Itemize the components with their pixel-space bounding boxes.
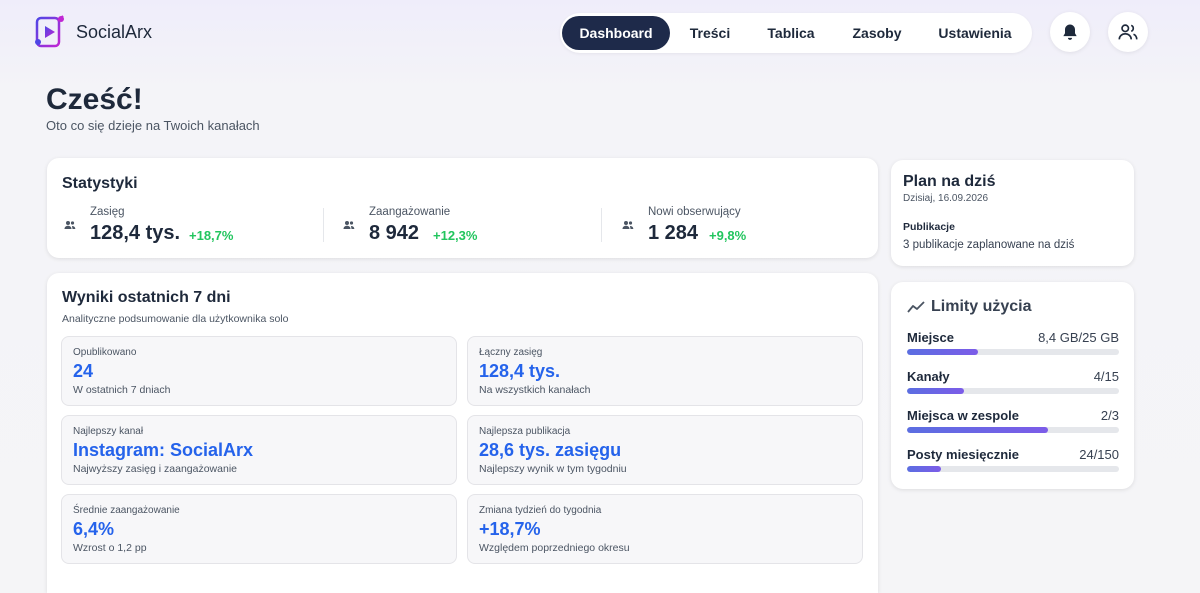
limit-progress-bar [907, 466, 1119, 472]
notifications-button[interactable] [1050, 12, 1090, 52]
divider [601, 208, 602, 242]
logo-icon [35, 15, 64, 48]
limits-card: Limity użycia Miejsce 8,4 GB/25 GB Kanał… [891, 282, 1134, 489]
stat-change: +9,8% [709, 228, 747, 243]
tile-value: 6,4% [73, 519, 115, 539]
stat-new-followers: Nowi obserwujący 1 284 +9,8% [622, 204, 862, 244]
tile-label: Opublikowano [73, 347, 137, 358]
limit-team-seats: Miejsca w zespole 2/3 [907, 408, 1119, 433]
limits-title: Limity użycia [931, 298, 1032, 315]
stat-label: Zaangażowanie [369, 206, 451, 218]
limit-progress-fill [907, 466, 941, 472]
users-icon [1118, 24, 1138, 40]
limit-progress-bar [907, 388, 1119, 394]
bell-icon [1063, 24, 1077, 40]
divider [323, 208, 324, 242]
plan-date: Dzisiaj, 16.09.2026 [903, 193, 989, 204]
team-button[interactable] [1108, 12, 1148, 52]
results-subtitle: Analityczne podsumowanie dla użytkownika… [62, 313, 289, 325]
limit-channels: Kanały 4/15 [907, 369, 1119, 394]
tile-subtext: Najwyższy zasięg i zaangażowanie [73, 463, 237, 475]
tile-label: Zmiana tydzień do tygodnia [479, 505, 602, 516]
nav-zasoby[interactable]: Zasoby [832, 16, 922, 50]
tile-total-reach: Łączny zasięg 128,4 tys. Na wszystkich k… [467, 336, 863, 406]
stat-value: 128,4 tys. [90, 222, 181, 244]
limit-progress-bar [907, 427, 1119, 433]
limit-label: Miejsca w zespole [907, 408, 1019, 423]
app-name: SocialArx [76, 21, 153, 42]
tile-subtext: Najlepszy wynik w tym tygodniu [479, 463, 627, 475]
limit-progress-fill [907, 349, 979, 355]
users-icon [622, 221, 634, 229]
page-subtitle: Oto co się dzieje na Twoich kanałach [46, 118, 260, 133]
limit-value: 24/150 [1079, 447, 1119, 462]
limit-storage: Miejsce 8,4 GB/25 GB [907, 330, 1119, 355]
tile-label: Najlepszy kanał [73, 426, 144, 437]
tile-subtext: Wzrost o 1,2 pp [73, 542, 147, 554]
tile-label: Łączny zasięg [479, 347, 543, 358]
results-title: Wyniki ostatnich 7 dni [62, 289, 231, 306]
tile-subtext: Na wszystkich kanałach [479, 384, 591, 396]
tile-published: Opublikowano 24 W ostatnich 7 dniach [61, 336, 457, 406]
nav-tablica[interactable]: Tablica [750, 16, 832, 50]
stat-value: 1 284 [648, 222, 699, 244]
results-card: Wyniki ostatnich 7 dni Analityczne podsu… [47, 273, 878, 593]
limit-progress-fill [907, 388, 964, 394]
limit-value: 4/15 [1093, 369, 1119, 384]
tile-value: 24 [73, 361, 94, 381]
tile-value: Instagram: SocialArx [73, 440, 254, 460]
stat-label: Zasięg [90, 206, 125, 218]
tile-avg-engagement: Średnie zaangażowanie 6,4% Wzrost o 1,2 … [61, 494, 457, 564]
plan-card: Plan na dziś Dzisiaj, 16.09.2026 Publika… [891, 160, 1134, 266]
main-nav: Dashboard Treści Tablica Zasoby Ustawien… [560, 13, 1032, 53]
limit-value: 2/3 [1100, 408, 1119, 423]
tile-label: Najlepsza publikacja [479, 426, 571, 437]
limit-value: 8,4 GB/25 GB [1038, 330, 1119, 345]
stats-card: Statystyki Zasięg 128,4 tys. +18,7% Zaan… [47, 158, 878, 258]
limit-progress-bar [907, 349, 1119, 355]
tile-week-change: Zmiana tydzień do tygodnia +18,7% Względ… [467, 494, 863, 564]
plan-title: Plan na dziś [903, 173, 996, 190]
tile-value: 28,6 tys. zasięgu [479, 440, 622, 460]
trend-line-icon [907, 301, 925, 313]
stat-change: +12,3% [433, 228, 478, 243]
stat-change: +18,7% [189, 228, 234, 243]
stats-title: Statystyki [62, 175, 138, 192]
limit-label: Kanały [907, 369, 950, 384]
tile-best-post: Najlepsza publikacja 28,6 tys. zasięgu N… [467, 415, 863, 485]
stat-engagement: Zaangażowanie 8 942 +12,3% [343, 204, 603, 244]
plan-section-text: 3 publikacje zaplanowane na dziś [903, 239, 1075, 251]
stat-label: Nowi obserwujący [648, 206, 741, 218]
page-title: Cześć! [46, 83, 143, 116]
nav-ustawienia[interactable]: Ustawienia [922, 16, 1028, 50]
nav-dashboard[interactable]: Dashboard [562, 16, 670, 50]
stat-reach: Zasięg 128,4 tys. +18,7% [64, 204, 324, 244]
tile-label: Średnie zaangażowanie [73, 505, 180, 516]
limit-progress-fill [907, 427, 1049, 433]
tile-value: +18,7% [479, 519, 541, 539]
tile-subtext: Względem poprzedniego okresu [479, 542, 630, 554]
tile-best-channel: Najlepszy kanał Instagram: SocialArx Naj… [61, 415, 457, 485]
stat-value: 8 942 [369, 222, 420, 244]
nav-tresci[interactable]: Treści [670, 16, 750, 50]
app-logo[interactable]: SocialArx [34, 12, 152, 52]
tile-subtext: W ostatnich 7 dniach [73, 384, 171, 396]
limit-monthly-posts: Posty miesięcznie 24/150 [907, 447, 1119, 472]
tile-value: 128,4 tys. [479, 361, 561, 381]
users-icon [64, 221, 76, 229]
plan-section-label: Publikacje [903, 221, 955, 233]
users-icon [343, 221, 355, 229]
